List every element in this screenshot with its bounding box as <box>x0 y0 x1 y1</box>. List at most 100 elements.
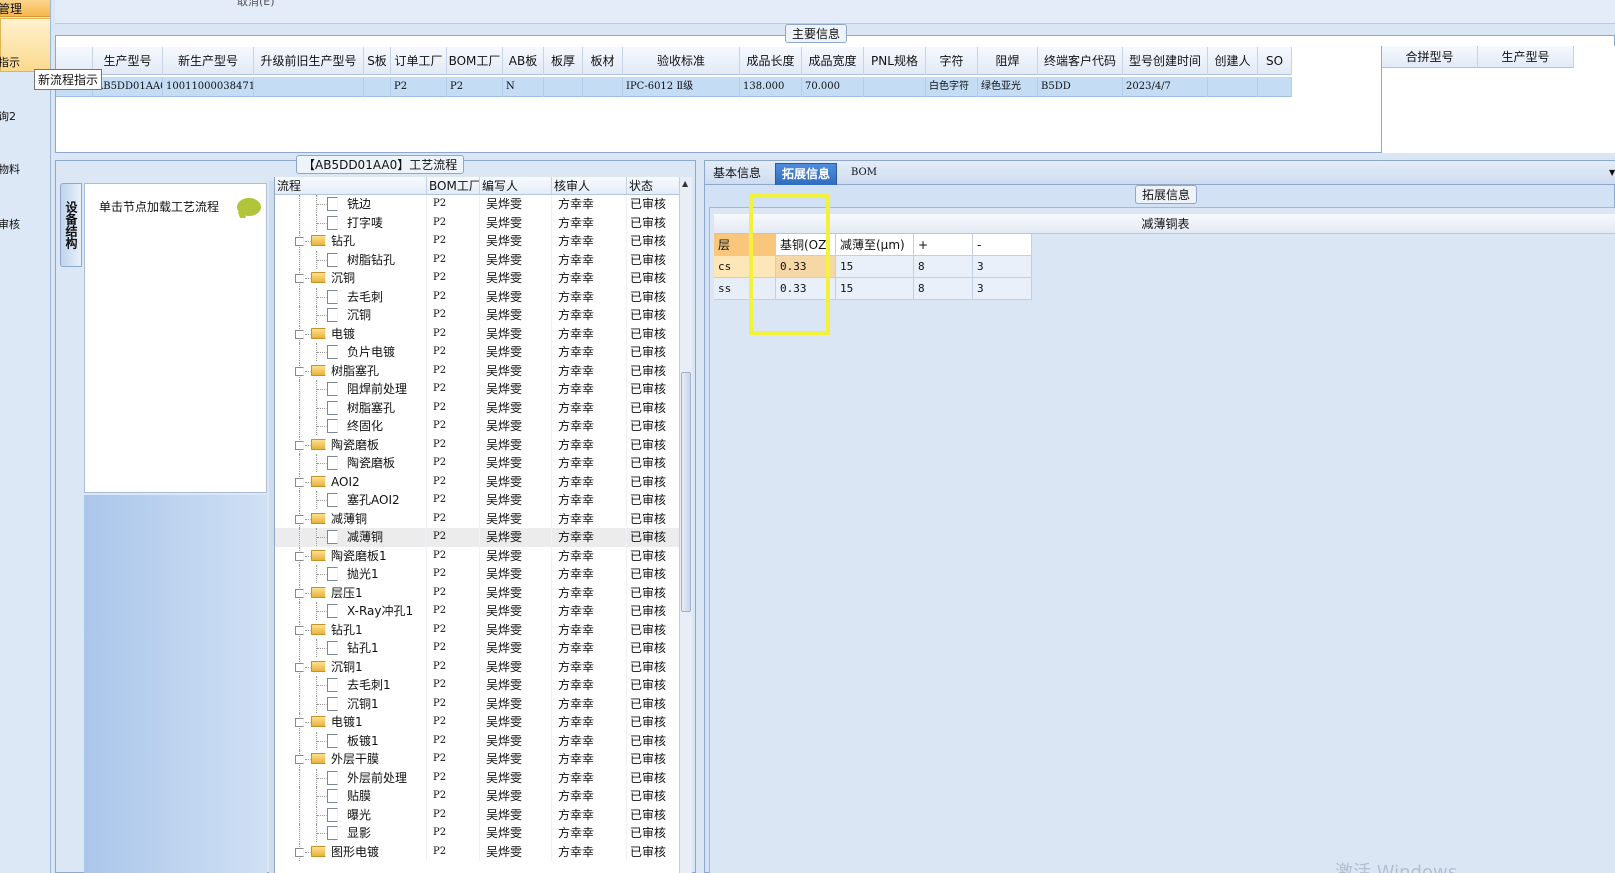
process-status-cell[interactable]: 已审核 <box>627 584 679 603</box>
column-header[interactable]: S板 <box>364 47 391 75</box>
process-bom-cell[interactable]: P2 <box>427 287 480 306</box>
process-row[interactable]: 负片电镀 P2 吴烨雯 方幸幸 已审核 <box>275 343 679 362</box>
process-status-cell[interactable]: 已审核 <box>627 843 679 862</box>
process-bom-cell[interactable]: P2 <box>427 306 480 325</box>
process-bom-cell[interactable]: P2 <box>427 787 480 806</box>
process-reviewer-cell[interactable]: 方幸幸 <box>552 676 627 695</box>
process-reviewer-cell[interactable]: 方幸幸 <box>552 287 627 306</box>
process-bom-cell[interactable]: P2 <box>427 361 480 380</box>
process-writer-cell[interactable]: 吴烨雯 <box>480 750 552 769</box>
collapse-icon[interactable]: − <box>295 588 304 598</box>
process-writer-cell[interactable]: 吴烨雯 <box>480 324 552 343</box>
process-writer-cell[interactable]: 吴烨雯 <box>480 713 552 732</box>
process-bom-cell[interactable]: P2 <box>427 195 480 214</box>
column-header[interactable]: PNL规格 <box>864 47 926 75</box>
process-bom-cell[interactable]: P2 <box>427 805 480 824</box>
nav-header[interactable]: 管理 <box>0 0 50 17</box>
table-cell[interactable]: 白色字符 <box>926 77 978 97</box>
column-header[interactable]: 生产型号 <box>93 47 163 75</box>
process-row[interactable]: − 层压1 P2吴烨雯方幸幸已审核 <box>275 583 679 603</box>
process-name-cell[interactable]: 去毛刺 <box>275 287 427 306</box>
process-name-cell[interactable]: 曝光 <box>275 805 427 824</box>
process-writer-cell[interactable]: 吴烨雯 <box>480 398 552 417</box>
process-bom-cell[interactable]: P2 <box>427 565 480 584</box>
process-name-cell[interactable]: − 图形电镀 <box>275 842 427 861</box>
column-header[interactable]: 验收标准 <box>623 47 740 75</box>
column-header[interactable]: 状态 <box>627 177 679 194</box>
process-bom-cell[interactable]: P2 <box>427 509 480 528</box>
scroll-thumb[interactable] <box>681 372 691 612</box>
column-header[interactable]: 新生产型号 <box>163 47 254 75</box>
column-header[interactable]: 编写人 <box>480 177 552 194</box>
process-name-cell[interactable]: − 外层干膜 <box>275 750 427 769</box>
process-status-cell[interactable]: 已审核 <box>627 288 679 307</box>
collapse-icon[interactable]: − <box>295 477 304 487</box>
column-header[interactable]: 终端客户代码 <box>1038 47 1123 75</box>
process-reviewer-cell[interactable]: 方幸幸 <box>552 380 627 399</box>
process-writer-cell[interactable]: 吴烨雯 <box>480 694 552 713</box>
process-writer-cell[interactable]: 吴烨雯 <box>480 454 552 473</box>
sheet-cell[interactable]: 15 <box>836 256 914 278</box>
collapse-icon[interactable]: − <box>295 366 304 376</box>
process-status-cell[interactable]: 已审核 <box>627 565 679 584</box>
process-reviewer-cell[interactable]: 方幸幸 <box>552 454 627 473</box>
process-writer-cell[interactable]: 吴烨雯 <box>480 676 552 695</box>
process-row[interactable]: − 沉铜 P2吴烨雯方幸幸已审核 <box>275 269 679 288</box>
process-writer-cell[interactable]: 吴烨雯 <box>480 657 552 676</box>
process-status-cell[interactable]: 已审核 <box>627 195 679 214</box>
process-writer-cell[interactable]: 吴烨雯 <box>480 639 552 658</box>
process-name-cell[interactable]: 树脂塞孔 <box>275 398 427 417</box>
tab-dropdown-icon[interactable]: ▼ <box>1609 168 1615 177</box>
sheet-cell[interactable]: 8 <box>914 278 973 300</box>
collapse-icon[interactable]: − <box>295 718 304 727</box>
process-reviewer-cell[interactable]: 方幸幸 <box>552 657 627 676</box>
process-reviewer-cell[interactable]: 方幸幸 <box>552 324 627 343</box>
process-name-cell[interactable]: 板镀1 <box>275 731 427 750</box>
process-row[interactable]: − 电镀1 P2吴烨雯方幸幸已审核 <box>275 713 679 732</box>
process-writer-cell[interactable]: 吴烨雯 <box>480 824 552 843</box>
process-name-cell[interactable]: 负片电镀 <box>275 343 427 362</box>
process-status-cell[interactable]: 已审核 <box>627 491 679 510</box>
tab-device-structure[interactable]: 设备结构 <box>60 183 82 267</box>
process-writer-cell[interactable]: 吴烨雯 <box>480 546 552 565</box>
process-reviewer-cell[interactable]: 方幸幸 <box>552 195 627 214</box>
column-header[interactable]: SO <box>1258 47 1292 75</box>
column-header[interactable]: 流程 <box>275 177 427 194</box>
process-name-cell[interactable]: 终固化 <box>275 417 427 436</box>
process-writer-cell[interactable]: 吴烨雯 <box>480 602 552 621</box>
process-row[interactable]: 阻焊前处理 P2 吴烨雯 方幸幸 已审核 <box>275 380 679 399</box>
column-header[interactable]: 核审人 <box>552 177 627 194</box>
process-row[interactable]: − 钻孔1 P2吴烨雯方幸幸已审核 <box>275 620 679 640</box>
column-header[interactable]: 型号创建时间 <box>1123 47 1208 75</box>
process-row[interactable]: − 钻孔 P2吴烨雯方幸幸已审核 <box>275 232 679 251</box>
sheet-cell[interactable]: 15 <box>836 278 914 300</box>
process-row[interactable]: − 陶瓷磨板 P2吴烨雯方幸幸已审核 <box>275 435 679 454</box>
process-row[interactable]: − 减薄铜 P2吴烨雯方幸幸已审核 <box>275 509 679 528</box>
process-writer-cell[interactable]: 吴烨雯 <box>480 842 552 861</box>
process-reviewer-cell[interactable]: 方幸幸 <box>552 232 627 251</box>
process-status-cell[interactable]: 已审核 <box>627 362 679 381</box>
column-header[interactable]: 升级前旧生产型号 <box>254 47 364 75</box>
process-row[interactable]: 打字唛 P2 吴烨雯 方幸幸 已审核 <box>275 213 679 232</box>
process-writer-cell[interactable]: 吴烨雯 <box>480 361 552 380</box>
process-writer-cell[interactable]: 吴烨雯 <box>480 583 552 602</box>
column-header[interactable]: 创建人 <box>1208 47 1258 75</box>
sheet-cell[interactable]: 8 <box>914 256 973 278</box>
table-cell[interactable]: AB5DD01AA0 <box>93 77 163 97</box>
process-row[interactable]: 抛光1 P2 吴烨雯 方幸幸 已审核 <box>275 565 679 584</box>
process-status-cell[interactable]: 已审核 <box>627 417 679 436</box>
table-cell[interactable]: P2 <box>391 77 447 97</box>
process-status-cell[interactable]: 已审核 <box>627 251 679 270</box>
process-writer-cell[interactable]: 吴烨雯 <box>480 509 552 528</box>
process-row[interactable]: 板镀1 P2 吴烨雯 方幸幸 已审核 <box>275 731 679 750</box>
process-bom-cell[interactable]: P2 <box>427 491 480 510</box>
process-row[interactable]: − 图形电镀 P2吴烨雯方幸幸已审核 <box>275 842 679 862</box>
process-status-cell[interactable]: 已审核 <box>627 621 679 640</box>
process-status-cell[interactable]: 已审核 <box>627 473 679 492</box>
process-reviewer-cell[interactable]: 方幸幸 <box>552 731 627 750</box>
column-header[interactable]: 板厚 <box>544 47 583 75</box>
process-reviewer-cell[interactable]: 方幸幸 <box>552 842 627 861</box>
process-row[interactable]: 去毛刺1 P2 吴烨雯 方幸幸 已审核 <box>275 676 679 695</box>
process-name-cell[interactable]: − 陶瓷磨板 <box>275 435 427 454</box>
nav-item[interactable]: 物料 <box>0 161 49 177</box>
